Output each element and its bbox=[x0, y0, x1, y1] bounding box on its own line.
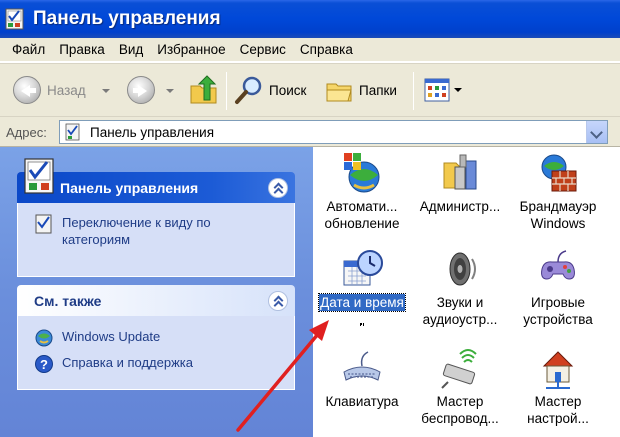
item-label-line-1: Мастер bbox=[534, 394, 582, 409]
search-icon bbox=[235, 76, 262, 104]
administrative-tools-icon bbox=[443, 154, 477, 190]
item-label-line-2: обновление bbox=[324, 216, 400, 231]
category-view-icon bbox=[35, 214, 52, 234]
forward-button[interactable] bbox=[127, 76, 155, 104]
item-administrative-tools[interactable]: Администр... bbox=[411, 151, 509, 232]
item-wireless-network-wizard[interactable]: Мастер беспровод... bbox=[411, 346, 509, 427]
address-bar: Адрес: Панель управления bbox=[0, 117, 620, 147]
item-label-line-2: Windows bbox=[530, 216, 586, 231]
address-input[interactable]: Панель управления bbox=[59, 120, 608, 144]
windows-update-icon bbox=[35, 329, 53, 347]
task-pane: Панель управления Переключение к виду по… bbox=[0, 147, 313, 437]
chevron-down-icon bbox=[166, 89, 174, 93]
toolbar: Назад Поиск Папки bbox=[0, 63, 620, 117]
forward-arrow-icon bbox=[127, 76, 155, 104]
search-button[interactable]: Поиск bbox=[233, 74, 306, 106]
help-and-support-link[interactable]: ? Справка и поддержка bbox=[34, 354, 284, 374]
forward-dropdown[interactable] bbox=[166, 89, 174, 93]
chevron-down-icon bbox=[454, 88, 462, 92]
address-dropdown-button[interactable] bbox=[586, 121, 607, 143]
back-dropdown[interactable] bbox=[102, 89, 110, 93]
items-view: Автомати... обновление Администр... Бран… bbox=[313, 147, 620, 437]
item-label-line-1: Мастер bbox=[436, 394, 484, 409]
views-button[interactable] bbox=[423, 76, 462, 104]
item-label-line-2: устройства bbox=[523, 312, 593, 327]
up-folder-icon bbox=[190, 75, 217, 104]
menu-file[interactable]: Файл bbox=[0, 42, 52, 57]
window-title: Панель управления bbox=[33, 8, 221, 29]
item-label-line-1: Администр... bbox=[419, 199, 501, 214]
address-value: Панель управления bbox=[90, 124, 215, 140]
back-arrow-icon bbox=[13, 76, 41, 104]
item-label-line-1: Автомати... bbox=[326, 199, 398, 214]
date-time-icon bbox=[343, 250, 383, 286]
views-icon bbox=[424, 78, 450, 102]
menu-favorites[interactable]: Избранное bbox=[150, 42, 232, 57]
item-automatic-updates[interactable]: Автомати... обновление bbox=[313, 151, 411, 232]
control-panel-icon bbox=[65, 123, 80, 141]
toolbar-separator bbox=[226, 72, 227, 110]
item-windows-firewall[interactable]: Брандмауэр Windows bbox=[509, 151, 607, 232]
menu-edit[interactable]: Правка bbox=[52, 42, 112, 57]
svg-text:?: ? bbox=[40, 357, 48, 372]
panel-title: См. также bbox=[34, 292, 102, 309]
sounds-icon bbox=[449, 252, 476, 286]
back-button[interactable]: Назад bbox=[13, 76, 86, 104]
item-network-setup-wizard[interactable]: Мастер настрой... bbox=[509, 346, 607, 427]
menu-tools[interactable]: Сервис bbox=[233, 42, 293, 57]
up-folder-button[interactable] bbox=[188, 74, 220, 106]
item-keyboard[interactable]: Клавиатура bbox=[313, 346, 411, 427]
chevron-down-icon bbox=[102, 89, 110, 93]
collapse-icon[interactable] bbox=[268, 178, 288, 198]
item-label-line-2: беспровод... bbox=[421, 411, 499, 426]
back-label: Назад bbox=[47, 82, 86, 98]
see-also-task-panel: См. также Windows Update ? Справка и под… bbox=[17, 285, 295, 390]
automatic-updates-icon bbox=[344, 153, 380, 193]
toolbar-separator bbox=[413, 72, 414, 110]
control-panel-icon bbox=[5, 8, 24, 30]
item-label-line-1: Дата и время bbox=[318, 293, 406, 312]
search-label: Поиск bbox=[269, 82, 307, 98]
control-panel-task-panel: Панель управления Переключение к виду по… bbox=[17, 158, 295, 277]
item-date-and-time[interactable]: Дата и время bbox=[313, 247, 411, 328]
link-text: Справка и поддержка bbox=[62, 355, 193, 370]
item-label-line-2: настрой... bbox=[527, 411, 589, 426]
menu-bar: Файл Правка Вид Избранное Сервис Справка bbox=[0, 38, 620, 62]
link-text: Переключение к виду по категориям bbox=[62, 214, 211, 248]
folders-button[interactable]: Папки bbox=[323, 74, 397, 106]
menu-view[interactable]: Вид bbox=[112, 42, 150, 57]
panel-body: Windows Update ? Справка и поддержка bbox=[17, 316, 295, 390]
network-wizard-icon bbox=[542, 351, 574, 389]
item-label-line-1: Брандмауэр bbox=[519, 199, 597, 214]
control-panel-icon bbox=[24, 158, 54, 194]
item-label-line-1: Клавиатура bbox=[325, 394, 399, 409]
panel-title: Панель управления bbox=[60, 179, 199, 196]
switch-to-category-view-link[interactable]: Переключение к виду по категориям bbox=[34, 214, 284, 248]
see-also-panel-header[interactable]: См. также bbox=[17, 285, 295, 316]
collapse-icon[interactable] bbox=[268, 291, 288, 311]
title-bar[interactable]: Панель управления bbox=[0, 0, 620, 38]
link-line-2: категориям bbox=[62, 232, 131, 247]
help-icon: ? bbox=[35, 355, 53, 373]
game-controllers-icon bbox=[541, 250, 575, 280]
menu-help[interactable]: Справка bbox=[293, 42, 360, 57]
folders-label: Папки bbox=[359, 82, 397, 98]
item-label-line-1: Звуки и bbox=[436, 295, 484, 310]
link-line-1: Переключение к виду по bbox=[62, 215, 211, 230]
address-label: Адрес: bbox=[6, 125, 47, 140]
firewall-icon bbox=[541, 154, 577, 192]
item-label-line-1: Игровые bbox=[530, 295, 586, 310]
link-text: Windows Update bbox=[62, 329, 161, 344]
folders-icon bbox=[326, 83, 352, 102]
wireless-wizard-icon bbox=[441, 349, 477, 389]
item-sounds-and-audio[interactable]: Звуки и аудиоустр... bbox=[411, 247, 509, 328]
item-game-controllers[interactable]: Игровые устройства bbox=[509, 247, 607, 328]
windows-update-link[interactable]: Windows Update bbox=[34, 328, 284, 348]
control-panel-panel-header[interactable]: Панель управления bbox=[17, 158, 295, 203]
panel-body: Переключение к виду по категориям bbox=[17, 203, 295, 277]
item-label-line-2: аудиоустр... bbox=[422, 312, 498, 327]
keyboard-icon bbox=[343, 351, 381, 381]
